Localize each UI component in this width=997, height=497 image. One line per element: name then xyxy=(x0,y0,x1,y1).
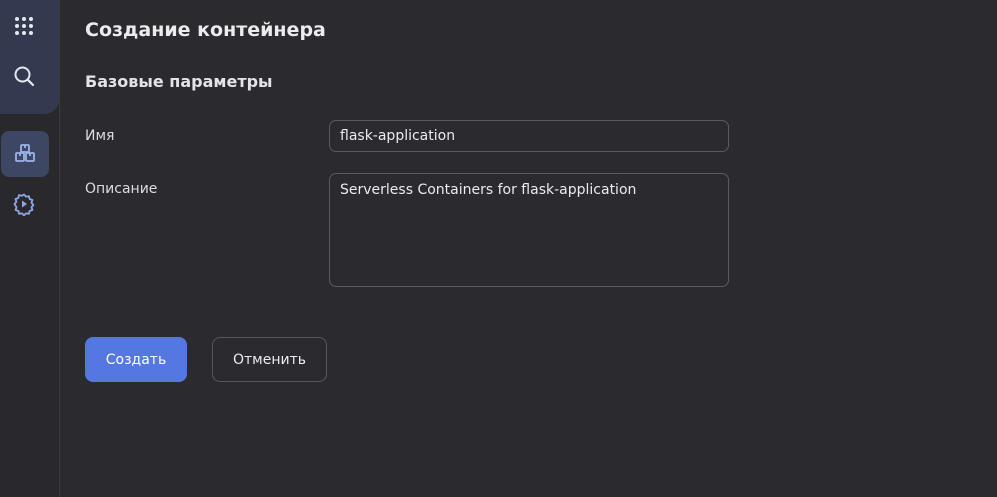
search-button[interactable] xyxy=(5,57,43,95)
sidebar-item-containers[interactable] xyxy=(1,131,49,177)
gear-play-icon xyxy=(13,193,35,216)
sidebar xyxy=(0,0,60,497)
cancel-button[interactable]: Отменить xyxy=(212,337,327,382)
section-title: Базовые параметры xyxy=(85,72,273,91)
name-label: Имя xyxy=(85,128,115,144)
boxes-icon xyxy=(15,144,35,162)
sidebar-item-settings[interactable] xyxy=(5,185,43,223)
grid-icon xyxy=(15,17,33,35)
apps-grid-button[interactable] xyxy=(5,7,43,45)
create-button[interactable]: Создать xyxy=(85,337,187,382)
name-input[interactable] xyxy=(329,120,729,152)
description-textarea[interactable]: Serverless Containers for flask-applicat… xyxy=(329,173,729,287)
app-window: Создание контейнера Базовые параметры Им… xyxy=(0,0,997,497)
description-label: Описание xyxy=(85,181,158,197)
main-content: Создание контейнера Базовые параметры Им… xyxy=(60,0,997,497)
search-icon xyxy=(14,66,35,87)
page-title: Создание контейнера xyxy=(85,19,326,41)
